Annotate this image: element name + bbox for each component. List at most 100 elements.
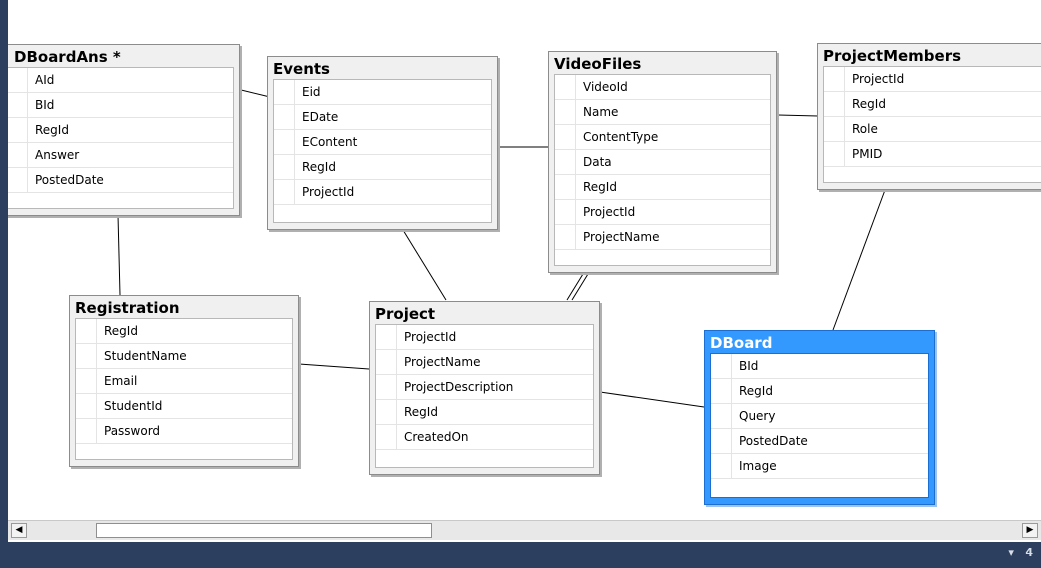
row-selector[interactable] [555,100,576,124]
column-row[interactable]: PostedDate [711,429,928,454]
column-row[interactable]: Email [76,369,292,394]
pin-icon[interactable]: 𝟰 [1025,546,1033,559]
scroll-thumb[interactable] [96,523,432,538]
row-selector[interactable] [376,375,397,399]
row-selector[interactable] [555,125,576,149]
horizontal-scrollbar[interactable]: ◀ ▶ [8,520,1041,540]
row-selector[interactable] [76,344,97,368]
arrow-left-icon[interactable]: ◀ [11,523,27,538]
row-selector[interactable] [824,92,845,116]
row-selector[interactable] [824,67,845,91]
row-selector[interactable] [274,155,295,179]
relationship-videofiles-project-2[interactable] [571,273,589,301]
table-title[interactable]: Registration [70,296,298,318]
column-row[interactable]: ProjectId [274,180,491,205]
row-selector[interactable] [555,75,576,99]
row-selector[interactable] [76,319,97,343]
column-row[interactable]: ProjectName [376,350,593,375]
row-selector[interactable] [8,143,28,167]
relationship-projectmembers-dboard[interactable] [832,189,886,331]
arrow-right-icon[interactable]: ▶ [1022,523,1038,538]
column-row[interactable]: RegId [274,155,491,180]
row-selector[interactable] [274,80,295,104]
row-selector[interactable] [555,175,576,199]
column-row[interactable]: StudentName [76,344,292,369]
row-selector[interactable] [76,369,97,393]
diagram-canvas[interactable]: DBoardAns * AId BId RegId Answer PostedDate … [8,0,1041,520]
column-row[interactable]: Data [555,150,770,175]
column-row[interactable]: PMID [824,142,1041,167]
relationship-videofiles-projectmembers[interactable] [777,114,819,117]
column-row[interactable]: ProjectId [376,325,593,350]
row-selector[interactable] [711,379,732,403]
table-title[interactable]: VideoFiles [549,52,776,74]
column-row[interactable]: RegId [76,319,292,344]
column-row[interactable]: StudentId [76,394,292,419]
column-row[interactable]: ProjectName [555,225,770,250]
column-row[interactable]: EContent [274,130,491,155]
table-project[interactable]: Project ProjectId ProjectName ProjectDescr… [369,301,600,475]
table-projectmembers[interactable]: ProjectMembers ProjectId RegId Role PMID [817,43,1041,190]
column-row[interactable]: EDate [274,105,491,130]
row-selector[interactable] [274,105,295,129]
column-row[interactable]: Answer [8,143,233,168]
relationship-registration-project[interactable] [298,363,370,370]
table-registration[interactable]: Registration RegId StudentName Email Studen… [69,295,299,467]
column-row[interactable]: Image [711,454,928,479]
row-selector[interactable] [711,354,732,378]
column-row[interactable]: RegId [711,379,928,404]
column-row[interactable]: RegId [376,400,593,425]
relationship-videofiles-project[interactable] [566,273,584,301]
row-selector[interactable] [274,130,295,154]
row-selector[interactable] [376,325,397,349]
table-title[interactable]: DBoard [705,331,934,353]
row-selector[interactable] [376,350,397,374]
row-selector[interactable] [8,93,28,117]
row-selector[interactable] [376,400,397,424]
column-row[interactable]: Query [711,404,928,429]
column-row[interactable]: ContentType [555,125,770,150]
row-selector[interactable] [555,225,576,249]
dropdown-arrow-icon[interactable]: ▾ [1008,546,1014,559]
relationship-dboardans-registration[interactable] [117,214,121,296]
column-row[interactable]: VideoId [555,75,770,100]
row-selector[interactable] [8,118,28,142]
row-selector[interactable] [8,168,28,192]
column-row[interactable]: ProjectId [824,67,1041,92]
row-selector[interactable] [711,404,732,428]
column-row[interactable]: RegId [8,118,233,143]
column-row[interactable]: Name [555,100,770,125]
row-selector[interactable] [711,454,732,478]
relationship-project-dboard[interactable] [599,391,705,408]
row-selector[interactable] [824,117,845,141]
table-title[interactable]: ProjectMembers [818,44,1041,66]
column-row[interactable]: AId [8,68,233,93]
column-row[interactable]: Password [76,419,292,444]
row-selector[interactable] [824,142,845,166]
row-selector[interactable] [376,425,397,449]
table-title[interactable]: Events [268,57,497,79]
table-dboard[interactable]: DBoard BId RegId Query PostedDate Image [704,330,935,505]
table-videofiles[interactable]: VideoFiles VideoId Name ContentType Data Reg… [548,51,777,273]
table-dboardans[interactable]: DBoardAns * AId BId RegId Answer PostedDate [8,44,240,216]
column-row[interactable]: BId [711,354,928,379]
relationship-events-project[interactable] [402,229,447,301]
column-row[interactable]: RegId [824,92,1041,117]
column-row[interactable]: CreatedOn [376,425,593,450]
row-selector[interactable] [555,200,576,224]
row-selector[interactable] [76,419,97,443]
row-selector[interactable] [76,394,97,418]
row-selector[interactable] [274,180,295,204]
column-row[interactable]: RegId [555,175,770,200]
column-row[interactable]: BId [8,93,233,118]
row-selector[interactable] [8,68,28,92]
column-row[interactable]: Eid [274,80,491,105]
table-title[interactable]: DBoardAns * [8,45,239,67]
relationship-dboardans-events[interactable] [236,88,271,98]
column-row[interactable]: Role [824,117,1041,142]
column-row[interactable]: ProjectId [555,200,770,225]
table-title[interactable]: Project [370,302,599,324]
row-selector[interactable] [711,429,732,453]
row-selector[interactable] [555,150,576,174]
table-events[interactable]: Events Eid EDate EContent RegId ProjectId [267,56,498,230]
